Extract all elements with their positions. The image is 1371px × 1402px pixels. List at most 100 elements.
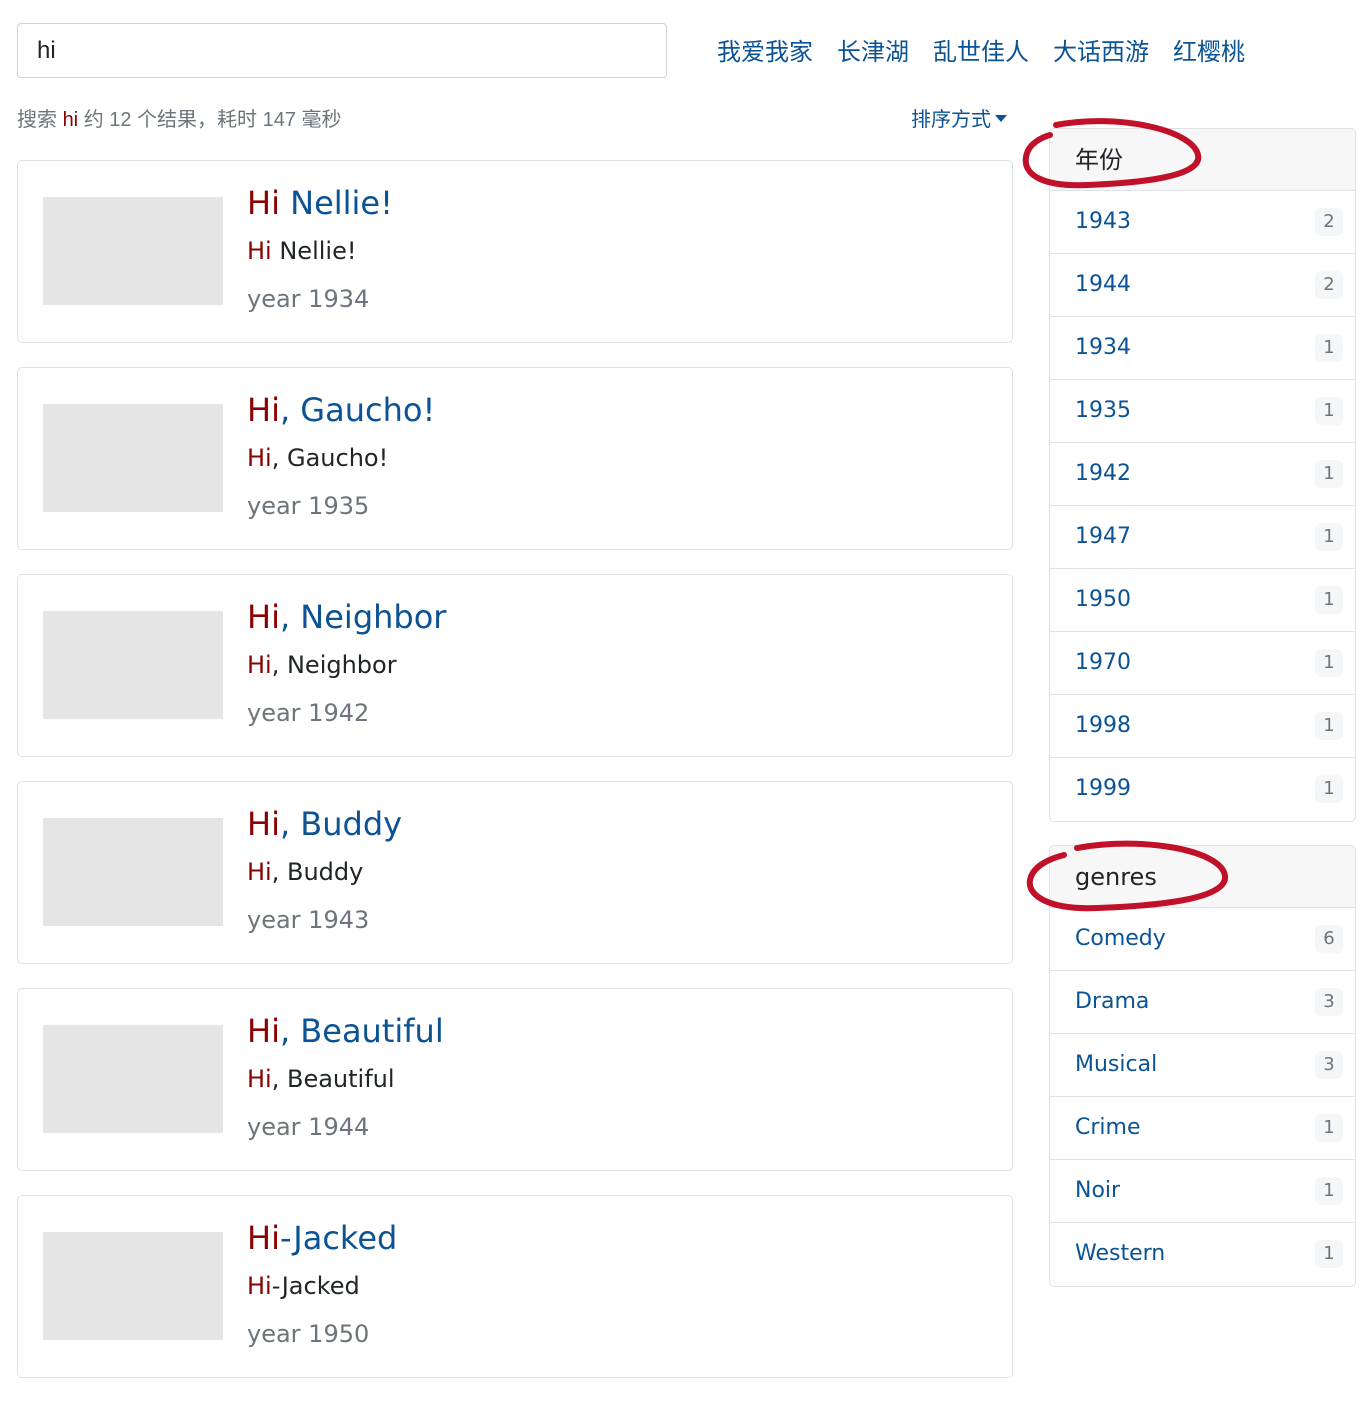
result-card: Hi, Beautiful Hi, Beautiful year 1944 [17,988,1013,1171]
facet-item-label: 1999 [1075,776,1131,801]
facet-item-genres[interactable]: Western 1 [1050,1223,1355,1286]
count-badge: 2 [1315,271,1343,299]
facet-item-year[interactable]: 1934 1 [1050,317,1355,380]
title-rest: , Gaucho! [279,391,436,429]
facet-item-year[interactable]: 1935 1 [1050,380,1355,443]
title-rest: Nellie! [279,184,393,222]
subtitle-rest: , Gaucho! [271,444,389,472]
subtitle-rest: -Jacked [271,1272,360,1300]
hot-link[interactable]: 乱世佳人 [933,36,1029,70]
result-title[interactable]: Hi, Beautiful [247,1011,444,1051]
facet-item-year[interactable]: 1970 1 [1050,632,1355,695]
facet-item-label: 1970 [1075,650,1131,675]
title-highlight: Hi [247,1012,280,1050]
facet-item-year[interactable]: 1942 1 [1050,443,1355,506]
facet-item-genres[interactable]: Noir 1 [1050,1160,1355,1223]
result-year: year 1944 [247,1113,370,1141]
facet-item-label: 1998 [1075,713,1131,738]
facet-item-year[interactable]: 1998 1 [1050,695,1355,758]
result-year: year 1935 [247,492,370,520]
result-title[interactable]: Hi, Gaucho! [247,390,435,430]
count-badge: 1 [1315,1240,1343,1268]
count-badge: 6 [1315,925,1343,953]
count-badge: 1 [1315,775,1343,803]
facet-item-genres[interactable]: Crime 1 [1050,1097,1355,1160]
hot-link[interactable]: 红樱桃 [1173,36,1245,70]
facet-year: 年份 1943 2 1944 2 1934 1 1935 1 1942 1 1947 1 1950 1 19… [1049,128,1356,822]
result-summary: 搜索 hi 约 12 个结果，耗时 147 毫秒 [17,106,342,134]
result-subtitle: Hi, Beautiful [247,1063,395,1095]
poster-placeholder[interactable] [43,818,223,926]
sort-dropdown[interactable]: 排序方式 [911,106,1007,134]
summary-suffix: 约 12 个结果，耗时 147 毫秒 [78,109,342,131]
subtitle-highlight: Hi [247,651,272,679]
poster-placeholder[interactable] [43,404,223,512]
facet-year-title: 年份 [1050,129,1355,191]
facet-item-genres[interactable]: Musical 3 [1050,1034,1355,1097]
result-subtitle: Hi-Jacked [247,1270,360,1302]
result-subtitle: Hi, Gaucho! [247,442,388,474]
count-badge: 1 [1315,649,1343,677]
count-badge: 3 [1315,1051,1343,1079]
subtitle-rest: Nellie! [271,237,357,265]
sort-label: 排序方式 [911,109,991,131]
facet-item-label: 1935 [1075,398,1131,423]
summary-query: hi [62,109,79,131]
facet-item-genres[interactable]: Drama 3 [1050,971,1355,1034]
poster-placeholder[interactable] [43,1025,223,1133]
poster-placeholder[interactable] [43,611,223,719]
facet-item-year[interactable]: 1947 1 [1050,506,1355,569]
poster-placeholder[interactable] [43,1232,223,1340]
count-badge: 1 [1315,586,1343,614]
hot-link[interactable]: 长津湖 [837,36,909,70]
facet-item-year[interactable]: 1950 1 [1050,569,1355,632]
result-card: Hi, Gaucho! Hi, Gaucho! year 1935 [17,367,1013,550]
facet-item-label: 1943 [1075,209,1131,234]
result-year: year 1934 [247,285,370,313]
result-title[interactable]: Hi Nellie! [247,183,393,223]
count-badge: 1 [1315,460,1343,488]
facet-item-label: 1947 [1075,524,1131,549]
search-input[interactable] [17,23,667,78]
title-highlight: Hi [247,391,280,429]
count-badge: 1 [1315,523,1343,551]
title-rest: , Neighbor [279,598,447,636]
facet-genres-title: genres [1050,846,1355,908]
title-highlight: Hi [247,1219,280,1257]
result-subtitle: Hi, Neighbor [247,649,397,681]
subtitle-highlight: Hi [247,1065,272,1093]
facet-item-genres[interactable]: Comedy 6 [1050,908,1355,971]
result-title[interactable]: Hi-Jacked [247,1218,397,1258]
facet-item-label: 1942 [1075,461,1131,486]
poster-placeholder[interactable] [43,197,223,305]
subtitle-rest: , Beautiful [271,1065,395,1093]
facet-item-label: Western [1075,1241,1166,1266]
title-highlight: Hi [247,805,280,843]
results-list: Hi Nellie! Hi Nellie! year 1934 Hi, Gaucho!… [17,160,1013,1402]
count-badge: 1 [1315,334,1343,362]
result-subtitle: Hi, Buddy [247,856,363,888]
facet-item-year[interactable]: 1999 1 [1050,758,1355,821]
result-year: year 1942 [247,699,370,727]
facet-item-label: Comedy [1075,926,1166,951]
hot-links: 我爱我家 长津湖 乱世佳人 大话西游 红樱桃 [717,36,1245,70]
title-rest: , Beautiful [279,1012,444,1050]
count-badge: 3 [1315,988,1343,1016]
hot-link[interactable]: 我爱我家 [717,36,813,70]
count-badge: 1 [1315,397,1343,425]
result-title[interactable]: Hi, Neighbor [247,597,446,637]
count-badge: 1 [1315,1114,1343,1142]
facet-item-label: Noir [1075,1178,1121,1203]
subtitle-rest: , Neighbor [271,651,397,679]
subtitle-highlight: Hi [247,1272,272,1300]
count-badge: 1 [1315,712,1343,740]
title-highlight: Hi [247,184,280,222]
title-rest: , Buddy [279,805,403,843]
facet-item-year[interactable]: 1943 2 [1050,191,1355,254]
hot-link[interactable]: 大话西游 [1053,36,1149,70]
result-title[interactable]: Hi, Buddy [247,804,402,844]
title-highlight: Hi [247,598,280,636]
subtitle-highlight: Hi [247,237,272,265]
facet-item-year[interactable]: 1944 2 [1050,254,1355,317]
caret-down-icon [995,115,1007,123]
